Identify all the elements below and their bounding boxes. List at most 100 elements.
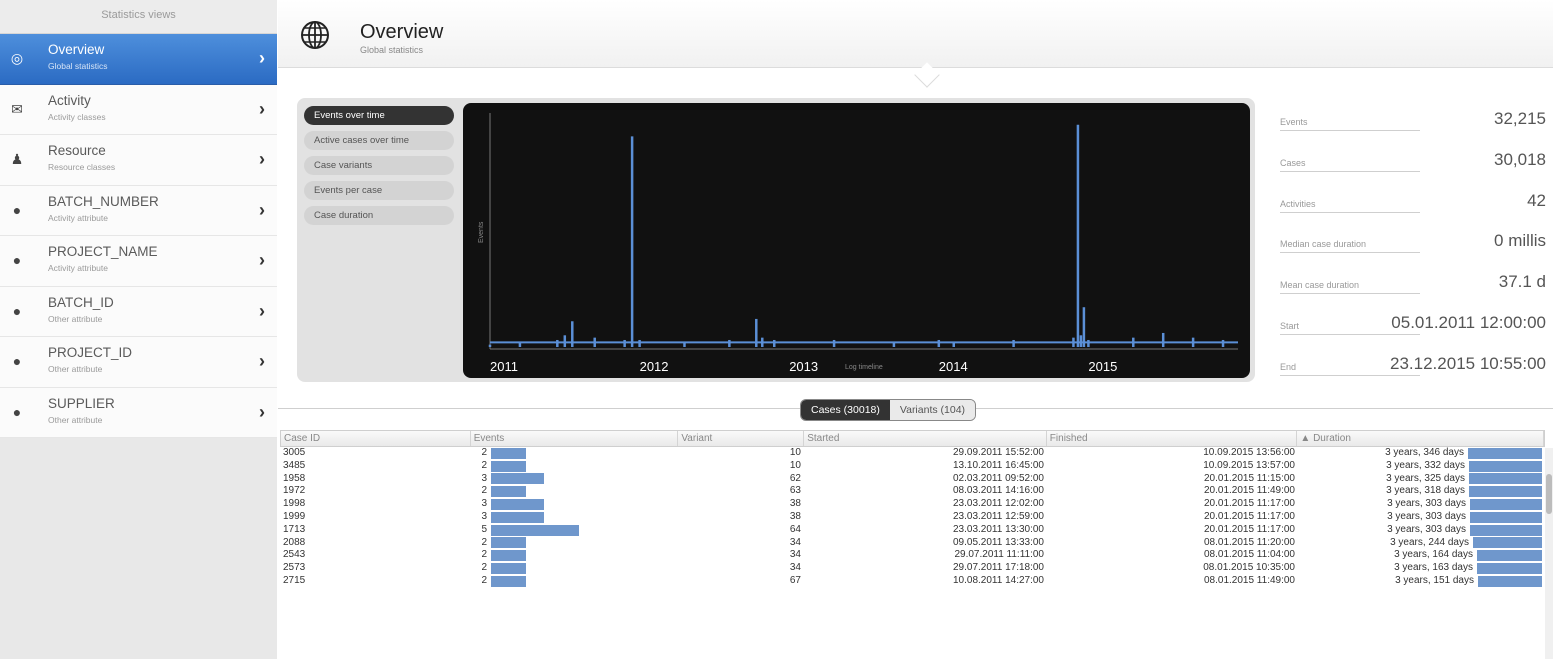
cell-case-id: 1972 (283, 485, 306, 497)
events-bar (491, 524, 579, 536)
events-count: 2 (481, 459, 487, 471)
table-row[interactable]: 2088 2 34 09.05.2011 13:33:00 08.01.2015 11:… (280, 537, 1545, 550)
sidebar-item-title: BATCH_NUMBER (48, 193, 159, 209)
column-header-variant[interactable]: Variant (678, 431, 805, 446)
stat-activities: Activities 42 (1270, 182, 1550, 223)
table-row[interactable]: 1998 3 38 23.03.2011 12:02:00 20.01.2015 11:… (280, 498, 1545, 511)
sidebar-item-subtitle: Other attribute (48, 414, 103, 425)
table-row[interactable]: 2715 2 67 10.08.2011 14:27:00 08.01.2015 11:… (280, 575, 1545, 588)
variants-tab[interactable]: Variants (104) (889, 400, 976, 420)
cell-finished: 08.01.2015 11:20:00 (1203, 536, 1295, 548)
cell-started: 08.03.2011 14:16:00 (952, 485, 1044, 497)
sidebar-item-batch-number[interactable]: ● BATCH_NUMBER Activity attribute › (0, 185, 277, 236)
duration-bar (1469, 473, 1542, 485)
sidebar-list: ◎ Overview Global statistics › ✉ Activity Acti… (0, 34, 277, 438)
sidebar-item-activity[interactable]: ✉ Activity Activity classes › (0, 84, 277, 135)
speech-bubble-icon: ● (12, 302, 22, 319)
cell-finished: 10.09.2015 13:56:00 (1203, 447, 1295, 458)
duration-text: 3 years, 303 days (1387, 510, 1466, 522)
cell-variant: 62 (789, 472, 801, 484)
sidebar-item-subtitle: Resource classes (48, 162, 116, 172)
stat-start: Start 05.01.2011 12:00:00 (1270, 304, 1550, 345)
duration-bar (1470, 524, 1542, 536)
events-count: 5 (481, 523, 487, 535)
table-row[interactable]: 3485 2 10 13.10.2011 16:45:00 10.09.2015 13:… (280, 460, 1545, 473)
cell-variant: 64 (789, 523, 801, 535)
duration-bar (1478, 575, 1542, 587)
table-row[interactable]: 1713 5 64 23.03.2011 13:30:00 20.01.2015 11:… (280, 524, 1545, 537)
sidebar-item-batch-id[interactable]: ● BATCH_ID Other attribute › (0, 286, 277, 337)
chart-tab-case-variants[interactable]: Case variants (304, 156, 454, 175)
column-header-events[interactable]: Events (471, 431, 679, 446)
events-count: 3 (481, 510, 487, 522)
cell-events: 2 (470, 447, 678, 460)
chart-tabs: Events over time Active cases over time Ca… (304, 106, 454, 231)
cell-finished: 20.01.2015 11:17:00 (1203, 510, 1295, 522)
table-row[interactable]: 2573 2 34 29.07.2011 17:18:00 08.01.2015 10:… (280, 562, 1545, 575)
column-header-case-id[interactable]: Case ID (281, 431, 471, 446)
events-bar (491, 473, 544, 485)
chart-tab-case-duration[interactable]: Case duration (304, 206, 454, 225)
page-header: Overview Global statistics (278, 0, 1553, 68)
cell-duration: 3 years, 163 days (1298, 562, 1545, 575)
chart-tab-events-per-case[interactable]: Events per case (304, 181, 454, 200)
stat-underline (1280, 293, 1420, 295)
cell-variant: 63 (789, 485, 801, 497)
cell-case-id: 1999 (283, 510, 306, 522)
cell-variant: 10 (789, 447, 801, 458)
events-count: 2 (481, 574, 487, 586)
scrollbar-thumb[interactable] (1546, 474, 1552, 514)
duration-text: 3 years, 303 days (1387, 523, 1466, 535)
sidebar-item-project-id[interactable]: ● PROJECT_ID Other attribute › (0, 337, 277, 388)
sidebar-item-resource[interactable]: ♟ Resource Resource classes › (0, 135, 277, 186)
chart-tab-events-over-time[interactable]: Events over time (304, 106, 454, 125)
cell-started: 29.09.2011 15:52:00 (952, 447, 1044, 458)
cell-started: 10.08.2011 14:27:00 (952, 574, 1044, 586)
stat-underline (1280, 211, 1420, 213)
speech-bubble-icon: ● (12, 403, 22, 420)
sidebar-item-overview[interactable]: ◎ Overview Global statistics › (0, 34, 277, 85)
stats-panel: Events 32,215 Cases 30,018 Activities 42 Media… (1270, 100, 1550, 386)
chevron-right-icon: › (259, 98, 265, 119)
cell-case-id: 2573 (283, 562, 306, 574)
sidebar-item-title: Resource (48, 143, 106, 158)
cell-started: 29.07.2011 11:11:00 (954, 549, 1044, 561)
x-tick-label: 2011 (490, 359, 518, 374)
chart-background (463, 103, 1250, 378)
cell-variant: 10 (789, 459, 801, 471)
stat-median-case-duration: Median case duration 0 millis (1270, 222, 1550, 263)
column-header-started[interactable]: Started (804, 431, 1047, 446)
table-row[interactable]: 1972 2 63 08.03.2011 14:16:00 20.01.2015 11:… (280, 485, 1545, 498)
sidebar-item-subtitle: Other attribute (48, 364, 103, 374)
duration-bar (1470, 499, 1542, 511)
cases-tab[interactable]: Cases (30018) (801, 400, 890, 420)
events-bar (491, 447, 526, 459)
chart-tab-active-cases-over-time[interactable]: Active cases over time (304, 131, 454, 150)
events-bar (491, 486, 526, 498)
sidebar-item-supplier[interactable]: ● SUPPLIER Other attribute › (0, 387, 277, 438)
y-axis-label: Events (478, 221, 485, 243)
table-row[interactable]: 3005 2 10 29.09.2011 15:52:00 10.09.2015 13:… (280, 447, 1545, 460)
cell-duration: 3 years, 332 days (1298, 460, 1545, 473)
globe-icon (301, 21, 329, 49)
events-count: 2 (481, 485, 487, 497)
cell-events: 2 (470, 485, 678, 498)
cell-case-id: 3485 (283, 459, 306, 471)
column-header-finished[interactable]: Finished (1047, 431, 1298, 446)
duration-bar (1477, 563, 1542, 575)
cell-duration: 3 years, 244 days (1298, 537, 1545, 550)
cell-started: 13.10.2011 16:45:00 (952, 459, 1044, 471)
cell-started: 02.03.2011 09:52:00 (952, 472, 1044, 484)
column-header-duration[interactable]: ▲ Duration (1297, 431, 1545, 446)
table-scrollbar[interactable] (1545, 448, 1553, 659)
sidebar-item-project-name[interactable]: ● PROJECT_NAME Activity attribute › (0, 236, 277, 287)
stat-events: Events 32,215 (1270, 100, 1550, 141)
stat-cases: Cases 30,018 (1270, 141, 1550, 182)
cell-variant: 34 (789, 562, 801, 574)
stat-underline (1280, 170, 1420, 172)
events-count: 2 (481, 536, 487, 548)
table-row[interactable]: 1958 3 62 02.03.2011 09:52:00 20.01.2015 11:… (280, 473, 1545, 486)
cell-variant: 38 (789, 510, 801, 522)
table-row[interactable]: 2543 2 34 29.07.2011 11:11:00 08.01.2015 11:… (280, 549, 1545, 562)
table-row[interactable]: 1999 3 38 23.03.2011 12:59:00 20.01.2015 11:… (280, 511, 1545, 524)
